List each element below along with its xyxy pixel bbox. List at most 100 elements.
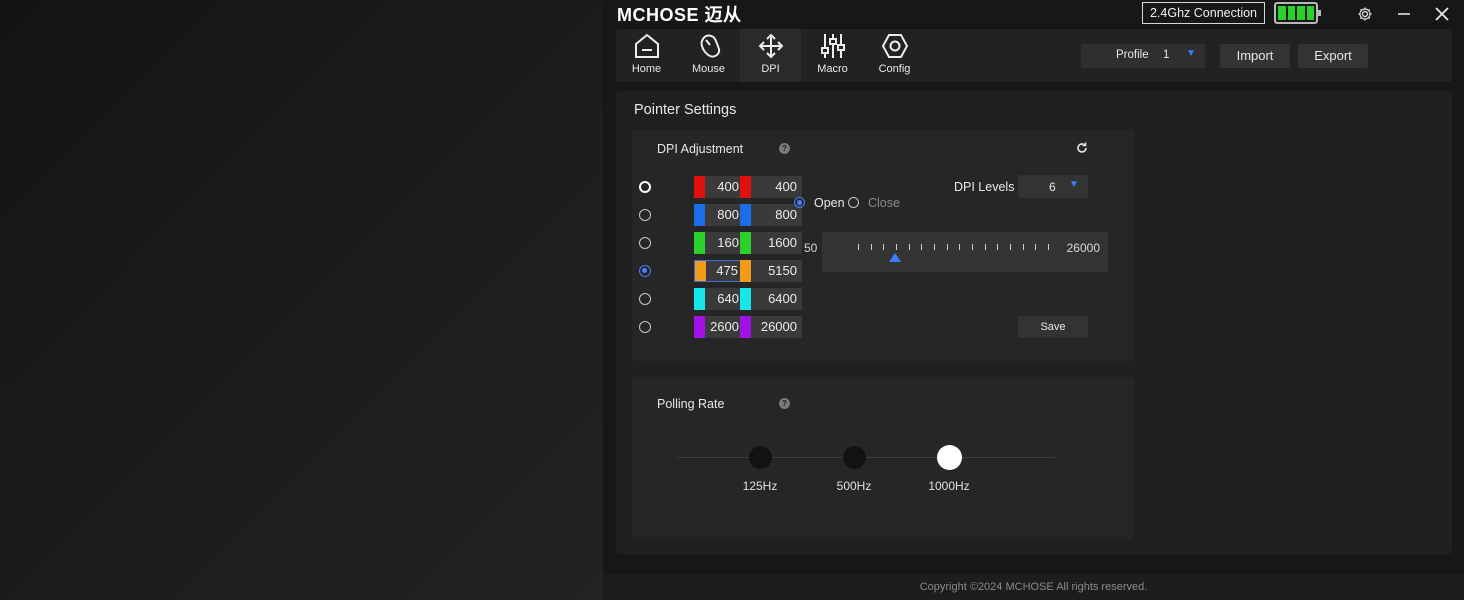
slider-tick xyxy=(883,244,885,250)
help-icon[interactable]: ? xyxy=(779,143,790,154)
dpi-y-input-1[interactable]: 400 xyxy=(740,176,802,198)
nav-item-dpi[interactable]: DPI xyxy=(740,29,801,82)
dpi-level-radio-1[interactable] xyxy=(639,181,651,193)
dpi-x-input-1[interactable]: 400 xyxy=(694,176,744,198)
slider-tick xyxy=(1022,244,1024,250)
dpi-levels-label: DPI Levels xyxy=(954,180,1015,194)
minimize-icon[interactable] xyxy=(1393,3,1415,25)
dpi-x-input-4[interactable]: 475 xyxy=(694,260,744,282)
dpi-levels-value: 6 xyxy=(1049,180,1056,194)
slider-tick xyxy=(896,244,897,250)
dpi-level-radio-3[interactable] xyxy=(639,237,651,249)
xy-close-label: Close xyxy=(868,196,900,210)
dpi-y-input-6[interactable]: 26000 xyxy=(740,316,802,338)
slider-tick xyxy=(946,244,948,250)
pointer-settings-panel: Pointer Settings DPI Adjustment ? 400 80… xyxy=(616,91,1452,554)
slider-thumb[interactable] xyxy=(889,253,902,262)
color-swatch[interactable] xyxy=(694,204,705,226)
slider-min-label: 50 xyxy=(804,241,818,255)
dpi-y-input-3[interactable]: 1600 xyxy=(740,232,802,254)
dpi-level-radio-4[interactable] xyxy=(639,265,651,277)
dpi-x-value: 800 xyxy=(717,207,739,222)
dpi-x-input-5[interactable]: 640 xyxy=(694,288,744,310)
connection-status: 2.4Ghz Connection xyxy=(1142,2,1265,24)
nav-item-config[interactable]: Config xyxy=(864,29,925,82)
dpi-y-input-4[interactable]: 5150 xyxy=(740,260,802,282)
nav-label: Config xyxy=(878,63,911,75)
slider-max-label: 26000 xyxy=(1066,241,1100,255)
nav-label: Macro xyxy=(817,63,848,75)
dpi-y-input-5[interactable]: 6400 xyxy=(740,288,802,310)
chevron-down-icon: ▼ xyxy=(1069,179,1079,190)
dpi-x-value: 400 xyxy=(717,179,739,194)
polling-option-500hz[interactable] xyxy=(843,446,866,469)
slider-tick xyxy=(934,244,935,250)
reset-icon[interactable] xyxy=(1075,141,1089,160)
polling-label-500hz: 500Hz xyxy=(836,479,872,493)
export-button[interactable]: Export xyxy=(1298,44,1368,68)
brand-logo: MCHOSE 迈从 xyxy=(617,5,742,25)
footer-copyright: Copyright ©2024 MCHOSE All rights reserv… xyxy=(603,574,1464,600)
slider-tick xyxy=(984,244,986,250)
nav-bar: Home Mouse DPI Macro Config Profile 1 ▼ … xyxy=(616,29,1452,82)
profile-label: Profile xyxy=(1116,49,1149,61)
slider-tick xyxy=(972,244,973,250)
xy-close-radio[interactable] xyxy=(848,197,859,208)
dpi-levels-select[interactable]: 6 ▼ xyxy=(1018,175,1088,198)
hexagon-nut-icon xyxy=(881,34,908,58)
color-swatch[interactable] xyxy=(740,204,751,226)
nav-label: Mouse xyxy=(691,63,726,75)
color-swatch[interactable] xyxy=(740,316,751,338)
polling-label-125hz: 125Hz xyxy=(742,479,778,493)
polling-track xyxy=(677,457,1055,458)
dpi-x-input-2[interactable]: 800 xyxy=(694,204,744,226)
dpi-x-value: 640 xyxy=(717,291,739,306)
color-swatch[interactable] xyxy=(740,232,751,254)
color-swatch[interactable] xyxy=(740,288,751,310)
chevron-down-icon: ▼ xyxy=(1186,48,1196,59)
profile-value: 1 xyxy=(1163,49,1170,61)
settings-icon[interactable] xyxy=(1354,3,1376,25)
battery-cell xyxy=(1278,6,1286,20)
dpi-y-input-2[interactable]: 800 xyxy=(740,204,802,226)
nav-label: Home xyxy=(631,63,662,75)
color-swatch[interactable] xyxy=(695,261,706,281)
move-arrows-icon xyxy=(758,33,783,59)
page-title: Pointer Settings xyxy=(634,102,737,118)
slider-tick xyxy=(959,244,961,250)
xy-open-radio[interactable] xyxy=(794,197,805,208)
color-swatch[interactable] xyxy=(740,260,751,282)
nav-item-macro[interactable]: Macro xyxy=(802,29,863,82)
app-window: MCHOSE 迈从 2.4Ghz Connection Home Mouse D… xyxy=(603,0,1464,600)
polling-option-1000hz[interactable] xyxy=(937,445,962,470)
dpi-level-radio-6[interactable] xyxy=(639,321,651,333)
color-swatch[interactable] xyxy=(694,176,705,198)
battery-cell xyxy=(1306,6,1314,20)
polling-label-1000hz: 1000Hz xyxy=(928,479,970,493)
dpi-x-input-3[interactable]: 160 xyxy=(694,232,744,254)
color-swatch[interactable] xyxy=(694,232,705,254)
dpi-slider[interactable]: 50 26000 xyxy=(804,232,1108,272)
slider-tick xyxy=(997,244,999,250)
nav-item-mouse[interactable]: Mouse xyxy=(678,29,739,82)
dpi-level-radio-2[interactable] xyxy=(639,209,651,221)
dpi-y-value: 6400 xyxy=(768,291,797,306)
help-icon[interactable]: ? xyxy=(779,398,790,409)
import-button[interactable]: Import xyxy=(1220,44,1290,68)
home-icon xyxy=(634,33,659,58)
color-swatch[interactable] xyxy=(740,176,751,198)
slider-tick xyxy=(858,244,859,250)
dpi-x-value: 475 xyxy=(716,263,738,278)
dpi-level-radio-5[interactable] xyxy=(639,293,651,305)
nav-item-home[interactable]: Home xyxy=(616,29,677,82)
dpi-y-value: 26000 xyxy=(760,319,797,334)
color-swatch[interactable] xyxy=(694,316,705,338)
polling-option-125hz[interactable] xyxy=(749,446,772,469)
dpi-x-input-6[interactable]: 2600 xyxy=(694,316,744,338)
close-icon[interactable] xyxy=(1431,3,1453,25)
slider-tick xyxy=(1048,244,1049,250)
save-button[interactable]: Save xyxy=(1018,316,1088,338)
battery-cell xyxy=(1297,6,1305,20)
color-swatch[interactable] xyxy=(694,288,705,310)
profile-select[interactable]: Profile 1 ▼ xyxy=(1081,44,1205,68)
